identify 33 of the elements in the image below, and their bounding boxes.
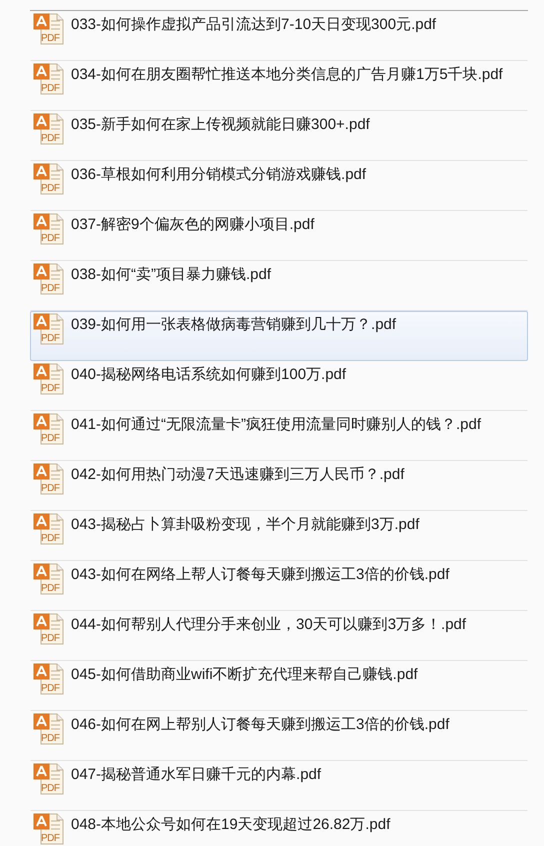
file-name: 036-草根如何利用分销模式分销游戏赚钱.pdf [71,166,366,184]
file-row[interactable]: PDF 045-如何借助商业wifi不断扩充代理来帮自己赚钱.pdf [30,661,528,711]
file-row[interactable]: PDF 036-草根如何利用分销模式分销游戏赚钱.pdf [30,161,528,211]
file-name: 042-如何用热门动漫7天迅速赚到三万人民币？.pdf [71,466,404,484]
file-row[interactable]: PDF 033-如何操作虚拟产品引流达到7-10天日变现300元.pdf [30,11,528,61]
file-row[interactable]: PDF 047-揭秘普通水军日赚千元的内幕.pdf [30,761,528,811]
file-row[interactable]: PDF 041-如何通过“无限流量卡”疯狂使用流量同时赚别人的钱？.pdf [30,411,528,461]
file-row[interactable]: PDF 044-如何帮别人代理分手来创业，30天可以赚到3万多！.pdf [30,611,528,661]
file-row[interactable]: PDF 046-如何在网上帮别人订餐每天赚到搬运工3倍的价钱.pdf [30,711,528,761]
file-name: 039-如何用一张表格做病毒营销赚到几十万？.pdf [71,316,396,334]
file-name: 046-如何在网上帮别人订餐每天赚到搬运工3倍的价钱.pdf [71,716,450,734]
file-name: 037-解密9个偏灰色的网赚小项目.pdf [71,216,314,234]
file-name: 038-如何“卖”项目暴力赚钱.pdf [71,266,272,284]
file-row[interactable]: PDF 037-解密9个偏灰色的网赚小项目.pdf [30,211,528,261]
file-name: 044-如何帮别人代理分手来创业，30天可以赚到3万多！.pdf [71,616,466,634]
file-name: 040-揭秘网络电话系统如何赚到100万.pdf [71,366,346,384]
file-name: 041-如何通过“无限流量卡”疯狂使用流量同时赚别人的钱？.pdf [71,416,482,434]
file-row[interactable]: PDF 039-如何用一张表格做病毒营销赚到几十万？.pdf [30,311,528,361]
file-row[interactable]: PDF 043-如何在网络上帮人订餐每天赚到搬运工3倍的价钱.pdf [30,561,528,611]
file-name: 048-本地公众号如何在19天变现超过26.82万.pdf [71,816,390,834]
file-row[interactable]: PDF 040-揭秘网络电话系统如何赚到100万.pdf [30,361,528,411]
file-name: 045-如何借助商业wifi不断扩充代理来帮自己赚钱.pdf [71,666,418,684]
file-row[interactable]: PDF 048-本地公众号如何在19天变现超过26.82万.pdf [30,811,528,846]
file-name: 043-揭秘占卜算卦吸粉变现，半个月就能赚到3万.pdf [71,516,420,534]
file-name: 034-如何在朋友圈帮忙推送本地分类信息的广告月赚1万5千块.pdf [71,66,503,84]
file-row[interactable]: PDF 034-如何在朋友圈帮忙推送本地分类信息的广告月赚1万5千块.pdf [30,61,528,111]
file-name: 035-新手如何在家上传视频就能日赚300+.pdf [71,116,370,134]
file-name: 043-如何在网络上帮人订餐每天赚到搬运工3倍的价钱.pdf [71,566,450,584]
file-name: 033-如何操作虚拟产品引流达到7-10天日变现300元.pdf [71,16,436,34]
file-row[interactable]: PDF 042-如何用热门动漫7天迅速赚到三万人民币？.pdf [30,461,528,511]
file-row[interactable]: PDF 043-揭秘占卜算卦吸粉变现，半个月就能赚到3万.pdf [30,511,528,561]
file-name: 047-揭秘普通水军日赚千元的内幕.pdf [71,766,322,784]
file-row[interactable]: PDF 035-新手如何在家上传视频就能日赚300+.pdf [30,111,528,161]
